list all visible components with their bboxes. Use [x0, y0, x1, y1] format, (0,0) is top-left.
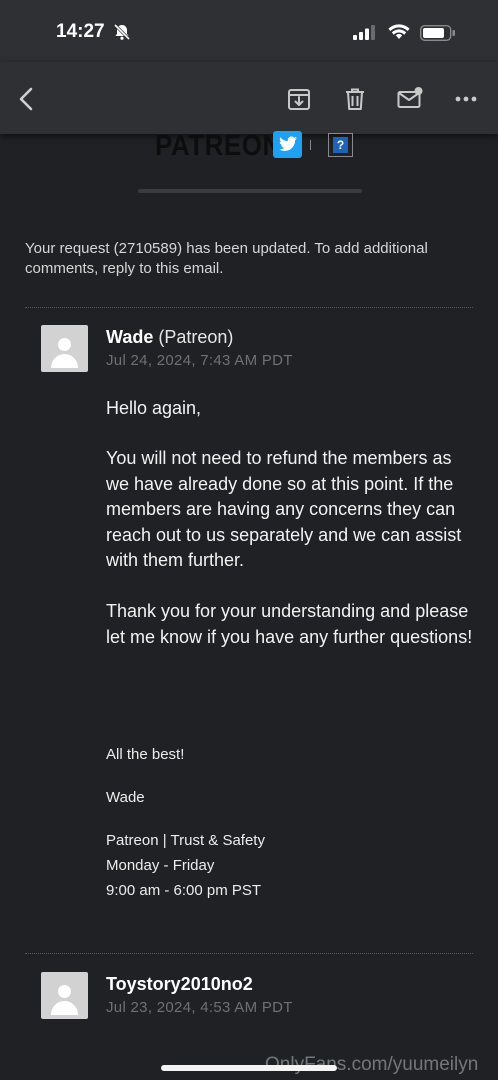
status-bar: 14:27	[0, 0, 498, 62]
sender-line: Wade (Patreon)	[106, 327, 233, 348]
message-divider	[25, 953, 473, 954]
status-time: 14:27	[56, 21, 105, 42]
silent-bell-icon	[113, 23, 131, 41]
header-divider	[310, 140, 311, 150]
help-icon-glyph: ?	[333, 137, 348, 153]
signature-block: Patreon | Trust & Safety Monday - Friday…	[106, 828, 265, 903]
message-greeting: Hello again,	[106, 398, 202, 418]
signature-line: Monday - Friday	[106, 857, 215, 874]
avatar	[41, 972, 88, 1019]
message-paragraph: Thank you for your understanding and ple…	[106, 601, 473, 647]
signature-line: Patreon | Trust & Safety	[106, 832, 265, 849]
twitter-icon[interactable]	[273, 131, 302, 158]
battery-icon	[420, 25, 455, 41]
patreon-logo: PATREON	[155, 128, 282, 162]
back-chevron-icon[interactable]	[14, 86, 40, 112]
email-toolbar	[0, 62, 498, 134]
message-divider	[25, 307, 473, 308]
header-rule	[138, 189, 362, 193]
message-closing: All the best!	[106, 746, 185, 763]
mail-unread-icon[interactable]	[397, 86, 423, 112]
archive-icon[interactable]	[286, 86, 312, 112]
signature-name: Wade	[106, 789, 145, 806]
sender-name: Toystory2010no2	[106, 974, 253, 994]
trash-icon[interactable]	[342, 86, 368, 112]
request-update-notice: Your request (2710589) has been updated.…	[25, 240, 428, 277]
message-paragraph: You will not need to refund the members …	[106, 448, 462, 570]
message-date: Jul 24, 2024, 7:43 AM PDT	[106, 352, 293, 369]
wifi-icon	[388, 24, 410, 39]
help-icon[interactable]: ?	[328, 133, 353, 157]
avatar	[41, 325, 88, 372]
message-date: Jul 23, 2024, 4:53 AM PDT	[106, 999, 293, 1016]
cellular-signal-icon	[353, 25, 375, 40]
sender-name: Wade	[106, 327, 154, 347]
signature-line: 9:00 am - 6:00 pm PST	[106, 882, 262, 899]
more-icon[interactable]	[454, 86, 480, 112]
home-indicator[interactable]	[161, 1065, 337, 1071]
sender-org: (Patreon)	[158, 327, 234, 347]
sender-line: Toystory2010no2	[106, 974, 253, 995]
